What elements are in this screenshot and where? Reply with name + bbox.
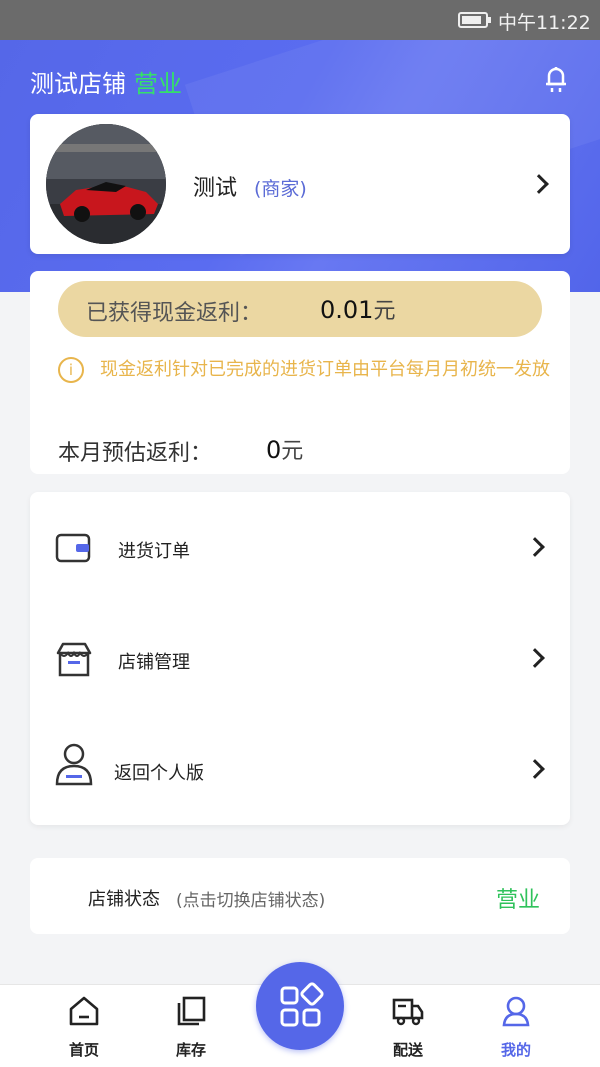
shop-status-inline: 营业 (134, 70, 182, 98)
menu-item-label: 店铺管理 (118, 652, 190, 673)
battery-icon (458, 12, 491, 28)
status-time: 中午11:22 (498, 12, 591, 34)
shop-name: 测试店铺 (30, 70, 126, 98)
bell-icon[interactable] (540, 62, 572, 94)
nav-label: 库存 (175, 1041, 206, 1059)
menu-item-label: 进货订单 (118, 541, 190, 562)
profile-role: (商家) (254, 178, 307, 200)
rebate-pill: 已获得现金返利： 0.01元 (58, 281, 542, 337)
shop-title: 测试店铺 营业 (30, 64, 182, 99)
avatar (46, 124, 166, 244)
shop-status-toggle[interactable]: 营业 (496, 882, 540, 914)
rebate-card: 已获得现金返利： 0.01元 i 现金返利针对已完成的进货订单由平台每月月初统一… (30, 271, 570, 474)
home-icon (68, 995, 100, 1027)
nav-label: 配送 (392, 1041, 423, 1059)
center-apps-button[interactable] (256, 962, 344, 1050)
store-icon (54, 639, 94, 679)
nav-item-delivery[interactable]: 配送 (358, 985, 458, 1067)
shop-status-label: 店铺状态 (88, 889, 160, 910)
info-icon: i (58, 357, 84, 383)
user-icon (54, 742, 94, 786)
wallet-icon (54, 528, 94, 568)
shop-status-card[interactable]: 店铺状态 (点击切换店铺状态) 营业 (30, 858, 570, 934)
chevron-right-icon (525, 537, 545, 557)
menu-item-label: 返回个人版 (114, 763, 204, 784)
menu-card: 进货订单 店铺管理 返回个人版 (30, 492, 570, 825)
menu-item-purchase-orders[interactable]: 进货订单 (30, 492, 570, 603)
rebate-earned-value: 0.01元 (320, 296, 396, 324)
profile-name: 测试 (193, 176, 238, 201)
rebate-note: 现金返利针对已完成的进货订单由平台每月月初统一发放 (100, 359, 550, 380)
nav-item-profile[interactable]: 我的 (466, 985, 566, 1067)
inventory-icon (175, 995, 207, 1027)
nav-label: 我的 (500, 1041, 531, 1059)
rebate-earned-label: 已获得现金返利： (86, 301, 263, 326)
shop-status-hint: (点击切换店铺状态) (176, 891, 326, 911)
nav-item-inventory[interactable]: 库存 (141, 985, 241, 1067)
profile-icon (500, 995, 532, 1027)
chevron-right-icon (525, 759, 545, 779)
monthly-rebate-label: 本月预估返利： (58, 441, 213, 466)
apps-grid-icon (280, 982, 324, 1027)
menu-item-store-management[interactable]: 店铺管理 (30, 603, 570, 714)
status-bar: 中午11:22 (0, 0, 600, 40)
chevron-right-icon (529, 174, 549, 194)
nav-label: 首页 (68, 1041, 99, 1059)
truck-icon (392, 995, 424, 1027)
monthly-rebate-value: 0元 (266, 436, 304, 464)
profile-card[interactable]: 测试 (商家) (30, 114, 570, 254)
menu-item-personal-version[interactable]: 返回个人版 (30, 714, 570, 825)
nav-item-home[interactable]: 首页 (34, 985, 134, 1067)
chevron-right-icon (525, 648, 545, 668)
